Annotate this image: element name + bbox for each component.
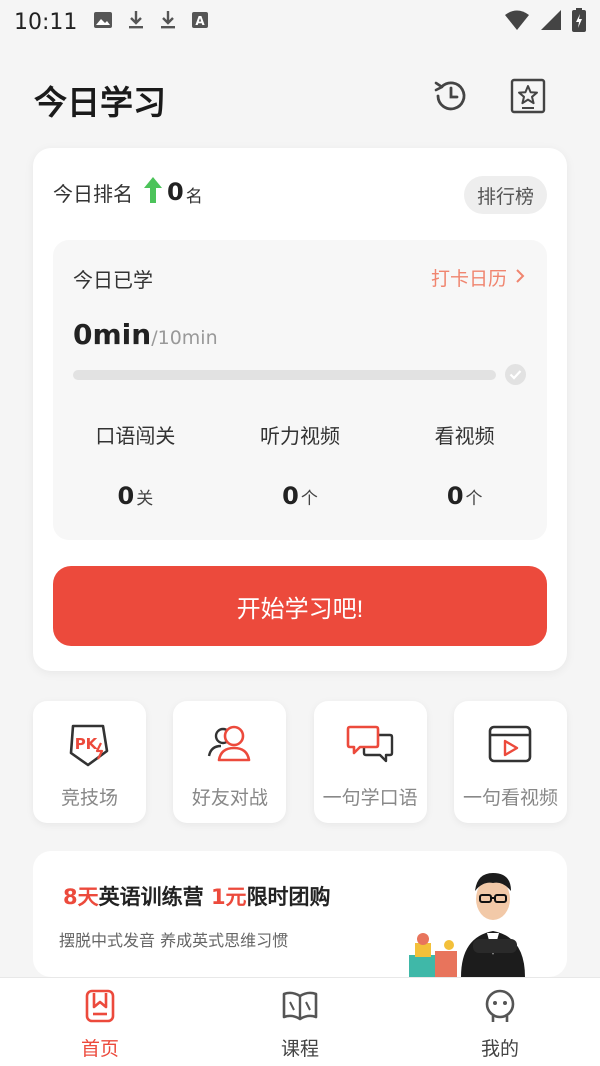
status-time: 10:11 xyxy=(14,9,78,35)
video-play-icon xyxy=(487,721,533,767)
stat-label: 口语闯关 xyxy=(95,424,176,448)
ranking-label: 今日排名 xyxy=(53,181,133,206)
promo-banner[interactable]: 8天英语训练营 1元限时团购 摆脱中式发音 养成英式思维习惯 xyxy=(33,851,567,977)
stat-watch-videos: 看视频 0 个 xyxy=(382,420,547,510)
tab-home[interactable]: 首页 xyxy=(0,978,200,1066)
feature-label: 竞技场 xyxy=(60,787,118,809)
rank-up-arrow-icon xyxy=(143,176,163,208)
friends-icon xyxy=(207,721,253,767)
stat-value: 0 xyxy=(446,482,464,510)
star-square-icon xyxy=(510,78,546,118)
status-bar: 10:11 A xyxy=(0,0,600,44)
image-icon xyxy=(93,11,113,33)
today-ranking: 今日排名 0 名 xyxy=(53,176,203,208)
promo-days: 8天 xyxy=(63,885,99,909)
studied-today-label: 今日已学 xyxy=(73,268,153,292)
promo-group-buy: 限时团购 xyxy=(246,885,331,909)
leaderboard-button[interactable]: 排行榜 xyxy=(463,176,547,214)
promo-camp: 英语训练营 xyxy=(98,885,211,909)
goal-check-icon xyxy=(505,364,526,385)
tab-label: 课程 xyxy=(280,1038,319,1060)
start-learning-button[interactable]: 开始学习吧! xyxy=(53,566,547,646)
study-progress-panel: 今日已学 打卡日历 0min /10min 口语闯关 0 关 听力视频 0 个 … xyxy=(53,240,547,540)
page-title: 今日学习 xyxy=(34,83,166,122)
feature-speak-sentence[interactable]: 一句学口语 xyxy=(313,701,427,823)
system-icons xyxy=(504,8,586,36)
favorites-button[interactable] xyxy=(508,78,548,118)
bottom-tab-bar: 首页 课程 我的 xyxy=(0,977,600,1066)
a-icon: A xyxy=(191,11,209,33)
stat-label: 看视频 xyxy=(434,424,495,448)
stat-unit: 个 xyxy=(300,489,318,509)
minutes-goal: /10min xyxy=(151,327,218,349)
promo-subtitle: 摆脱中式发音 养成英式思维习惯 xyxy=(59,931,289,950)
open-book-icon xyxy=(282,986,318,1026)
stat-value: 0 xyxy=(117,482,135,510)
stat-listening-videos: 听力视频 0 个 xyxy=(218,420,383,510)
promo-title: 8天英语训练营 1元限时团购 xyxy=(63,881,331,911)
history-clock-icon xyxy=(432,77,470,119)
tab-courses[interactable]: 课程 xyxy=(200,978,400,1066)
svg-text:PK: PK xyxy=(74,735,98,753)
pk-shield-icon: PK xyxy=(68,721,112,767)
header: 今日学习 xyxy=(0,60,600,136)
stat-unit: 关 xyxy=(136,489,154,509)
study-stats: 口语闯关 0 关 听力视频 0 个 看视频 0 个 xyxy=(53,420,547,510)
battery-icon xyxy=(572,8,586,36)
ranking-value: 0 xyxy=(167,178,184,206)
stat-unit: 个 xyxy=(465,489,483,509)
promo-price: 1元 xyxy=(210,885,247,909)
download-icon xyxy=(159,10,177,34)
home-bookmark-icon xyxy=(85,986,115,1026)
feature-label: 一句看视频 xyxy=(462,787,558,809)
study-minutes: 0min /10min xyxy=(73,318,218,351)
feature-label: 一句学口语 xyxy=(322,787,418,809)
signal-icon xyxy=(540,9,562,35)
calendar-link-label: 打卡日历 xyxy=(430,268,507,290)
feature-watch-sentence[interactable]: 一句看视频 xyxy=(453,701,567,823)
minutes-value: 0min xyxy=(73,318,152,351)
feature-tiles: PK 竞技场 好友对战 一句学口语 一句看视频 xyxy=(33,701,567,823)
chevron-right-icon xyxy=(515,267,525,289)
stat-speaking-levels: 口语闯关 0 关 xyxy=(53,420,218,510)
tab-label: 首页 xyxy=(80,1038,119,1060)
stat-value: 0 xyxy=(282,482,299,510)
feature-label: 好友对战 xyxy=(191,787,268,809)
stat-label: 听力视频 xyxy=(260,424,340,448)
notification-icons: A xyxy=(93,10,209,34)
wifi-icon xyxy=(504,9,530,35)
chat-bubbles-icon xyxy=(346,721,394,767)
study-progress-bar xyxy=(73,370,496,380)
feature-arena[interactable]: PK 竞技场 xyxy=(33,701,146,823)
checkin-calendar-link[interactable]: 打卡日历 xyxy=(431,264,525,291)
ranking-unit: 名 xyxy=(185,186,203,207)
history-button[interactable] xyxy=(431,78,471,118)
svg-text:A: A xyxy=(196,14,206,28)
today-study-card: 今日排名 0 名 排行榜 今日已学 打卡日历 0min /10min 口语闯关 xyxy=(33,148,567,671)
tab-profile[interactable]: 我的 xyxy=(400,978,600,1066)
feature-friend-battle[interactable]: 好友对战 xyxy=(173,701,287,823)
promo-teacher-image xyxy=(409,859,559,977)
person-face-icon xyxy=(484,986,516,1026)
download-icon xyxy=(127,10,145,34)
tab-label: 我的 xyxy=(480,1038,519,1060)
